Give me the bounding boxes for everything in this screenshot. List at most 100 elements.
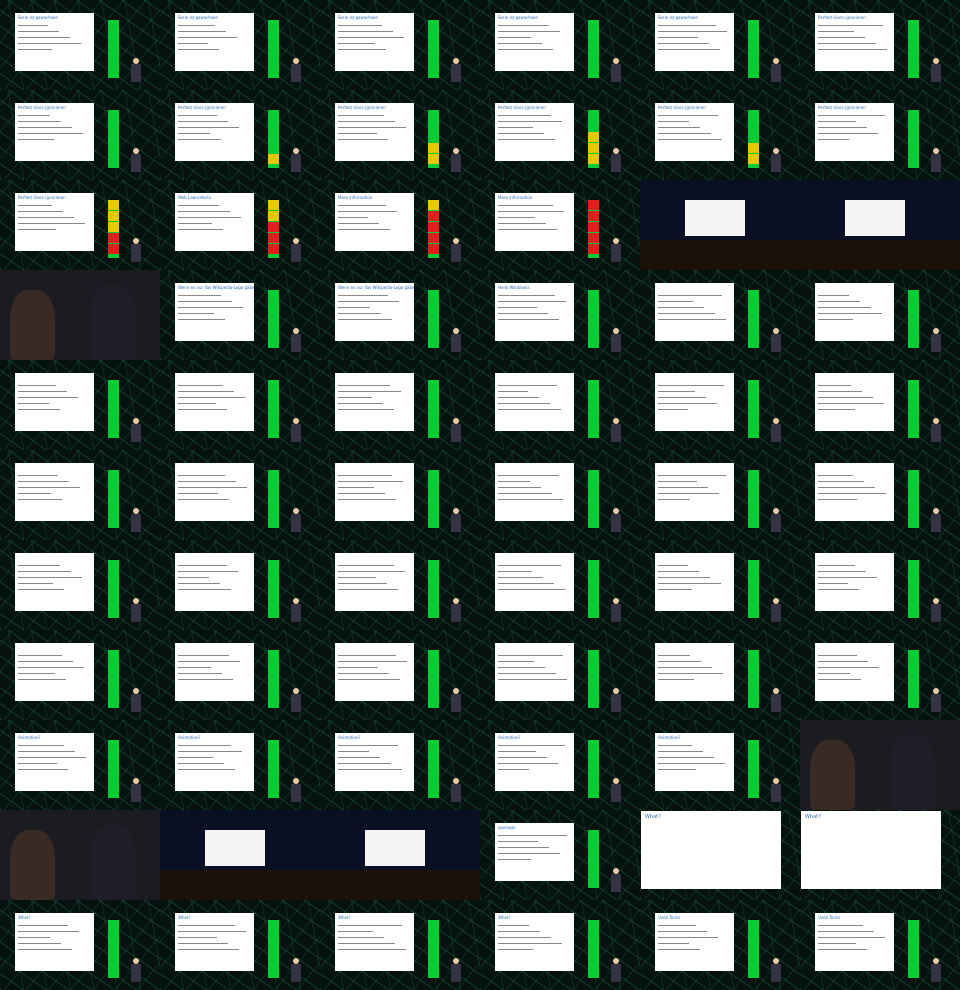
video-frame-thumbnail[interactable]	[160, 540, 320, 630]
slide-text-line	[18, 409, 60, 410]
video-frame-thumbnail[interactable]: Animation?	[0, 720, 160, 810]
level-meter-segment	[428, 110, 439, 120]
slide-text-line	[178, 121, 228, 122]
video-frame-thumbnail[interactable]	[480, 630, 640, 720]
video-frame-thumbnail[interactable]	[800, 180, 960, 270]
video-frame-thumbnail[interactable]: Used Techs	[800, 900, 960, 990]
slide-title: Perfekt lösen ignorieren	[18, 105, 66, 110]
video-frame-thumbnail[interactable]	[320, 540, 480, 630]
video-frame-thumbnail[interactable]: What?	[0, 900, 160, 990]
video-frame-thumbnail[interactable]	[320, 450, 480, 540]
video-frame-thumbnail[interactable]	[320, 810, 480, 900]
video-frame-thumbnail[interactable]: Web Laboratoria	[160, 180, 320, 270]
speaker-figure	[290, 778, 302, 808]
video-frame-thumbnail[interactable]: Serlo ist gewachsen	[480, 0, 640, 90]
video-frame-thumbnail[interactable]: Perfekt lösen ignorieren	[640, 90, 800, 180]
video-frame-thumbnail[interactable]	[160, 630, 320, 720]
slide-text-line	[178, 295, 221, 296]
video-frame-thumbnail[interactable]	[480, 540, 640, 630]
video-frame-thumbnail[interactable]	[640, 630, 800, 720]
video-frame-thumbnail[interactable]: Wenn es nur das Wikipedia-Logo gäbe	[160, 270, 320, 360]
level-meter-segment	[268, 233, 279, 243]
presentation-slide	[335, 643, 414, 701]
level-meter	[428, 650, 439, 708]
slide-text-line	[658, 385, 724, 386]
presentation-slide	[335, 463, 414, 521]
video-frame-thumbnail[interactable]	[800, 540, 960, 630]
video-frame-thumbnail[interactable]	[640, 540, 800, 630]
level-meter-segment	[268, 132, 279, 142]
video-frame-thumbnail[interactable]	[160, 810, 320, 900]
speaker-closeup	[0, 270, 160, 360]
video-frame-thumbnail[interactable]	[480, 450, 640, 540]
video-frame-thumbnail[interactable]: Serlo ist gewachsen	[640, 0, 800, 90]
video-frame-thumbnail[interactable]: What?	[320, 900, 480, 990]
video-frame-thumbnail[interactable]: Perfekt lösen ignorieren	[480, 90, 640, 180]
video-frame-thumbnail[interactable]: Perfekt lösen ignorieren	[0, 180, 160, 270]
video-frame-thumbnail[interactable]: What?	[800, 810, 960, 900]
speaker-figure	[290, 328, 302, 358]
video-frame-thumbnail[interactable]	[320, 360, 480, 450]
video-frame-thumbnail[interactable]: Animation?	[320, 720, 480, 810]
video-frame-thumbnail[interactable]: Perfekt lösen ignorieren	[800, 0, 960, 90]
video-frame-thumbnail[interactable]: Animation?	[640, 720, 800, 810]
video-frame-thumbnail[interactable]: More information	[480, 180, 640, 270]
video-frame-thumbnail[interactable]: Used Techs	[640, 900, 800, 990]
video-frame-thumbnail[interactable]	[160, 360, 320, 450]
slide-text-line	[658, 943, 689, 944]
video-frame-thumbnail[interactable]: Wenn es nur das Wikipedia-Logo gäbe	[320, 270, 480, 360]
conference-logo	[443, 740, 479, 774]
slide-text-line	[338, 589, 398, 590]
slide-text-line	[498, 121, 562, 122]
video-frame-thumbnail[interactable]	[800, 450, 960, 540]
video-frame-thumbnail[interactable]	[640, 360, 800, 450]
video-frame-thumbnail[interactable]: Animation?	[480, 720, 640, 810]
level-meter	[588, 200, 599, 258]
video-frame-thumbnail[interactable]: Serlo ist gewachsen	[160, 0, 320, 90]
video-frame-thumbnail[interactable]	[640, 450, 800, 540]
video-frame-thumbnail[interactable]	[0, 360, 160, 450]
video-frame-thumbnail[interactable]: Perfekt lösen ignorieren	[320, 90, 480, 180]
video-frame-thumbnail[interactable]: What?	[480, 900, 640, 990]
video-frame-thumbnail[interactable]: Hello Wikibooks	[480, 270, 640, 360]
slide-text-line	[338, 571, 405, 572]
video-frame-thumbnail[interactable]	[320, 630, 480, 720]
level-meter	[588, 920, 599, 978]
level-meter-segment	[108, 740, 119, 750]
video-frame-thumbnail[interactable]: What?	[640, 810, 800, 900]
slide-text-line	[498, 313, 548, 314]
video-frame-thumbnail[interactable]: Perfekt lösen ignorieren	[800, 90, 960, 180]
level-meter-segment	[428, 402, 439, 412]
level-meter-segment	[428, 31, 439, 41]
video-frame-thumbnail[interactable]	[0, 630, 160, 720]
video-frame-thumbnail[interactable]: Perfekt lösen ignorieren	[160, 90, 320, 180]
video-frame-thumbnail[interactable]: More information	[320, 180, 480, 270]
video-frame-thumbnail[interactable]: Serlo ist gewachsen	[0, 0, 160, 90]
video-frame-thumbnail[interactable]	[800, 360, 960, 450]
video-frame-thumbnail[interactable]	[0, 810, 160, 900]
video-frame-thumbnail[interactable]: Perfekt lösen ignorieren	[0, 90, 160, 180]
slide-text-line	[498, 757, 547, 758]
video-frame-thumbnail[interactable]	[160, 450, 320, 540]
level-meter-segment	[108, 402, 119, 412]
video-frame-thumbnail[interactable]	[0, 270, 160, 360]
video-frame-thumbnail[interactable]: What?	[160, 900, 320, 990]
slide-text-line	[338, 673, 389, 674]
video-frame-thumbnail[interactable]	[800, 270, 960, 360]
video-frame-thumbnail[interactable]	[480, 360, 640, 450]
slide-text-line	[658, 493, 719, 494]
slide-text-line	[658, 115, 718, 116]
video-frame-thumbnail[interactable]	[640, 270, 800, 360]
slide-text-line	[658, 937, 718, 938]
slide-text-line	[338, 667, 378, 668]
person-figure	[890, 735, 935, 810]
video-frame-thumbnail[interactable]: Serlo ist gewachsen	[320, 0, 480, 90]
video-frame-thumbnail[interactable]	[800, 630, 960, 720]
video-frame-thumbnail[interactable]: openage	[480, 810, 640, 900]
video-frame-thumbnail[interactable]	[800, 720, 960, 810]
video-frame-thumbnail[interactable]	[0, 450, 160, 540]
level-meter	[108, 650, 119, 708]
video-frame-thumbnail[interactable]: Animation?	[160, 720, 320, 810]
video-frame-thumbnail[interactable]	[640, 180, 800, 270]
video-frame-thumbnail[interactable]	[0, 540, 160, 630]
